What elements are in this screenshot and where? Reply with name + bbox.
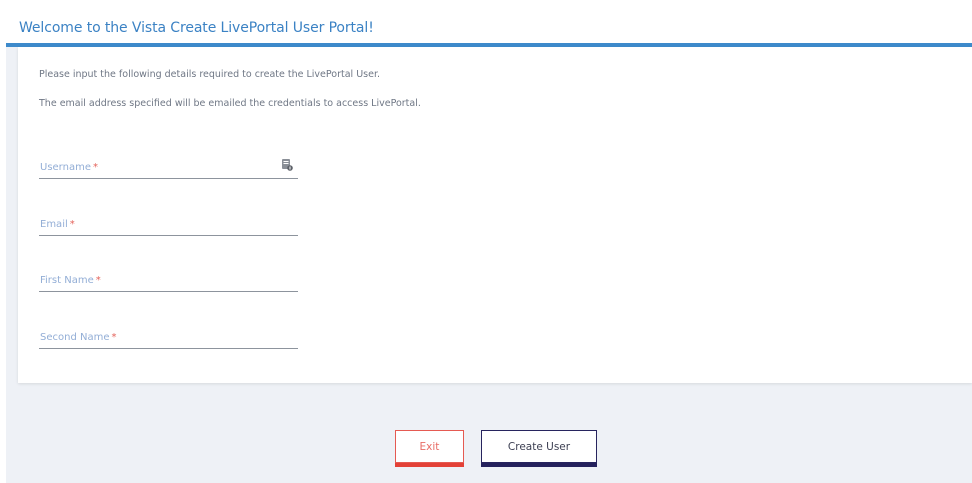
intro-text-email-credentials: The email address specified will be emai… [39, 98, 421, 109]
first-name-input[interactable] [39, 269, 298, 291]
portal-header: Welcome to the Vista Create LivePortal U… [6, 8, 972, 47]
exit-button[interactable]: Exit [395, 430, 464, 463]
create-user-form: Please input the following details requi… [18, 47, 972, 383]
second-name-field[interactable]: Second Name * [39, 326, 298, 349]
first-name-field[interactable]: First Name * [39, 269, 298, 292]
page-title: Welcome to the Vista Create LivePortal U… [19, 20, 374, 36]
email-field[interactable]: Email * [39, 213, 298, 236]
exit-button-underline [395, 463, 464, 467]
contact-card-icon[interactable] [282, 159, 293, 171]
username-input[interactable] [39, 156, 298, 178]
create-user-button-underline [481, 463, 597, 467]
username-field[interactable]: Username * [39, 156, 298, 179]
second-name-input[interactable] [39, 326, 298, 348]
intro-text-required-details: Please input the following details requi… [39, 69, 380, 80]
email-input[interactable] [39, 213, 298, 235]
create-user-button[interactable]: Create User [481, 430, 597, 463]
